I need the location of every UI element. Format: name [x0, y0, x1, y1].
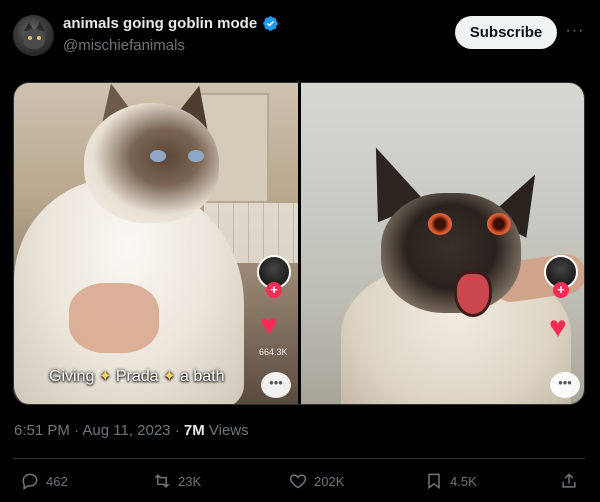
plus-icon: + — [266, 282, 282, 298]
caption-word-3: a bath — [180, 368, 225, 385]
tiktok-like-count: 664.3K — [259, 347, 288, 357]
like-button[interactable]: 202K — [288, 471, 344, 491]
reply-icon — [22, 473, 38, 490]
caption-word-1: Giving — [49, 368, 95, 385]
share-button[interactable] — [559, 471, 579, 491]
display-name[interactable]: animals going goblin mode — [63, 15, 257, 32]
heart-icon: ♥ — [549, 311, 567, 344]
heart-icon — [289, 474, 307, 489]
cat-head — [84, 103, 219, 223]
account-handle[interactable]: @mischiefanimals — [63, 37, 185, 54]
tweet-header: animals going goblin mode @mischiefanima… — [0, 0, 600, 72]
caption: Giving ✦ Prada ✦ a bath — [49, 367, 225, 386]
reply-button[interactable]: 462 — [20, 471, 68, 491]
meta-separator: · — [174, 422, 180, 439]
media-grid[interactable]: + ♥ 664.3K ••• Giving ✦ Prada ✦ a bath +… — [13, 82, 585, 405]
tweet-date[interactable]: Aug 11, 2023 — [82, 422, 170, 439]
plus-icon: + — [553, 282, 569, 298]
avatar[interactable] — [13, 15, 54, 56]
meta-separator: · — [74, 422, 80, 439]
tweet-time[interactable]: 6:51 PM — [14, 422, 70, 439]
repost-count: 23K — [178, 473, 202, 489]
share-icon — [562, 473, 576, 488]
reply-count: 462 — [46, 473, 68, 489]
name-row: animals going goblin mode — [63, 15, 279, 32]
caption-word-2: Prada — [115, 368, 159, 385]
tweet-meta: 6:51 PM · Aug 11, 2023 · 7M Views — [14, 422, 249, 439]
repost-button[interactable]: 23K — [152, 471, 201, 491]
more-options-icon[interactable]: ··· — [564, 22, 586, 42]
media-image-right[interactable]: + ♥ ••• — [301, 83, 584, 404]
bookmark-icon — [428, 473, 440, 490]
views-count: 7M — [183, 422, 205, 439]
heart-icon: ♥ — [260, 309, 278, 342]
divider — [13, 458, 585, 459]
cat-mouth — [454, 271, 492, 317]
action-bar: 462 23K 202K 4.5K — [0, 468, 600, 498]
subscribe-button[interactable]: Subscribe — [455, 16, 557, 49]
views-label: Views — [208, 422, 249, 439]
comment-icon: ••• — [261, 372, 291, 398]
sparkle-icon: ✦ — [98, 368, 112, 385]
media-image-left[interactable]: + ♥ 664.3K ••• Giving ✦ Prada ✦ a bath — [14, 83, 298, 404]
repost-icon — [154, 474, 170, 488]
hand — [69, 283, 159, 353]
verified-badge-icon — [263, 16, 278, 31]
comment-icon: ••• — [550, 372, 580, 398]
like-count: 202K — [314, 473, 345, 489]
bookmark-count: 4.5K — [450, 473, 477, 489]
bookmark-button[interactable]: 4.5K — [424, 471, 477, 491]
sparkle-icon: ✦ — [163, 368, 176, 385]
cat-head — [381, 193, 521, 313]
